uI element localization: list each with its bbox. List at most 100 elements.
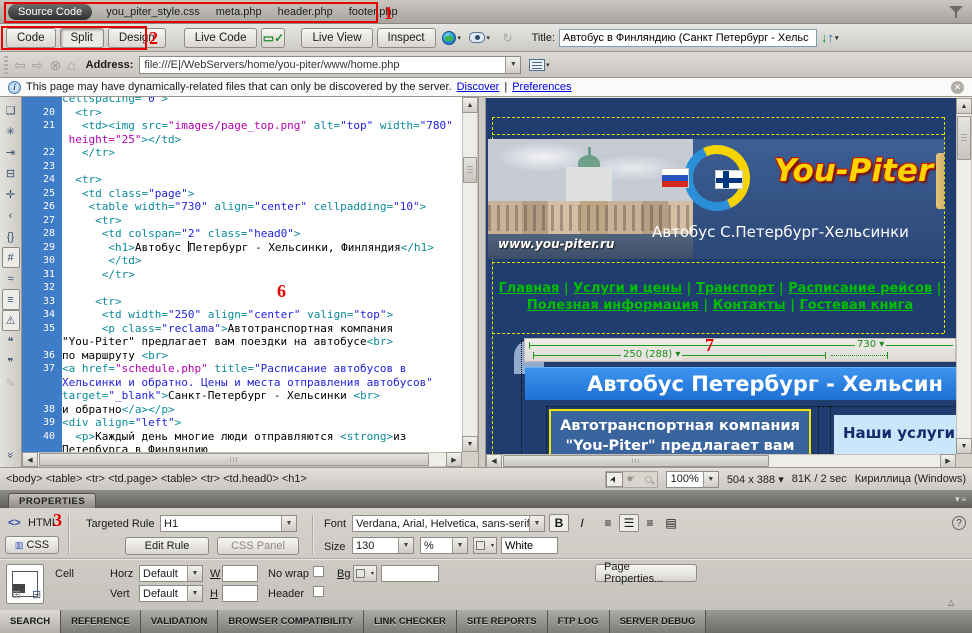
inspect-button[interactable]: Inspect — [377, 28, 436, 48]
text-color-input[interactable] — [501, 537, 558, 554]
menu-link[interactable]: Транспорт — [696, 281, 774, 296]
syntax-error-alerts-icon[interactable]: ⚠ — [2, 310, 20, 331]
hand-tool-icon[interactable]: ☛ — [623, 472, 640, 487]
split-cell-icon[interactable]: ⊟ — [32, 588, 41, 601]
check-browser-compatibility-icon[interactable]: ▭✓ — [261, 28, 285, 48]
code-line[interactable]: 27 <tr> — [22, 214, 462, 228]
code-line[interactable]: 34 <td width="250" align="center" valign… — [22, 308, 462, 322]
code-navigator-icon[interactable]: ✳ — [2, 121, 20, 142]
design-scroll-down-icon[interactable]: ▼ — [956, 438, 972, 454]
code-line[interactable]: 20 <tr> — [22, 106, 462, 120]
open-documents-icon[interactable]: ❏ — [2, 100, 20, 121]
design-scroll-left-icon[interactable]: ◀ — [486, 454, 502, 468]
close-info-bar-icon[interactable]: ✕ — [951, 81, 964, 94]
design-view-pane[interactable]: www.you-piter.ru You-Piter Автобус С.Пет… — [486, 97, 972, 467]
design-scroll-up-icon[interactable]: ▲ — [956, 98, 972, 114]
cell-height-input[interactable] — [222, 585, 258, 602]
put-file-icon[interactable]: ↑ — [828, 30, 835, 45]
code-line[interactable]: 25 <td class="page"> — [22, 187, 462, 201]
results-tab-ftp-log[interactable]: FTP LOG — [548, 610, 610, 633]
menu-link[interactable]: Расписание рейсов — [788, 281, 932, 296]
size-unit-select[interactable]: %▼ — [420, 537, 468, 554]
code-line[interactable]: 32 — [22, 281, 462, 295]
preferences-link[interactable]: Preferences — [512, 81, 571, 93]
code-line[interactable]: 29 <h1>Автобус Петербург - Хельсинки, Фи… — [22, 241, 462, 255]
zoom-tool-icon[interactable] — [640, 472, 657, 487]
live-view-button[interactable]: Live View — [301, 28, 372, 48]
code-line[interactable]: Хельсинки и обратно. Цены и места отправ… — [22, 376, 462, 390]
visual-aids-icon[interactable]: ▾ — [468, 28, 492, 48]
collapse-toolbar-icon[interactable]: » — [2, 444, 20, 465]
font-select[interactable]: Verdana, Arial, Helvetica, sans-serif▼ — [352, 515, 545, 532]
live-code-button[interactable]: Live Code — [184, 28, 258, 48]
size-select[interactable]: 130▼ — [352, 537, 414, 554]
code-scroll-left-icon[interactable]: ◀ — [22, 452, 38, 467]
code-hscroll-thumb[interactable] — [39, 453, 429, 466]
targeted-rule-select[interactable]: H1▼ — [160, 515, 297, 532]
filter-related-files-icon[interactable] — [949, 5, 964, 19]
collapse-panel-icon[interactable]: △ — [948, 598, 954, 607]
select-tool-icon[interactable]: ➤ — [606, 472, 623, 487]
code-line[interactable]: 26 <table width="730" align="center" cel… — [22, 200, 462, 214]
no-wrap-checkbox[interactable] — [313, 566, 324, 577]
code-line[interactable]: 31 </tr> — [22, 268, 462, 282]
discover-link[interactable]: Discover — [457, 81, 500, 93]
code-line[interactable]: 40 <p>Каждый день многие люди отправляют… — [22, 430, 462, 444]
address-input[interactable]: file:///E|/WebServers/home/you-piter/www… — [139, 56, 521, 74]
bg-color-picker[interactable]: ▾ — [353, 565, 377, 582]
code-line[interactable]: 35 <p class="reclama">Автотранспортная к… — [22, 322, 462, 336]
collapse-full-tag-icon[interactable]: ⇥ — [2, 142, 20, 163]
split-view-divider[interactable] — [478, 97, 486, 467]
results-tab-reference[interactable]: REFERENCE — [61, 610, 141, 633]
code-scroll-up-icon[interactable]: ▲ — [462, 97, 478, 113]
results-tab-browser-compatibility[interactable]: BROWSER COMPATIBILITY — [218, 610, 364, 633]
window-size-select[interactable]: 504 x 388 ▾ — [727, 473, 784, 486]
design-canvas[interactable]: www.you-piter.ru You-Piter Автобус С.Пет… — [486, 98, 956, 454]
properties-tab[interactable]: PROPERTIES — [8, 493, 96, 508]
results-tab-site-reports[interactable]: SITE REPORTS — [457, 610, 548, 633]
menu-link[interactable]: Гостевая книга — [800, 298, 914, 313]
cell-width-input[interactable] — [222, 565, 258, 582]
table-width-bar[interactable]: 730 ▾ 250 (288) ▾ — [524, 338, 956, 362]
bg-color-input[interactable] — [381, 565, 439, 582]
line-numbers-icon[interactable]: # — [2, 247, 20, 268]
horz-align-select[interactable]: Default▼ — [139, 565, 203, 582]
vert-align-select[interactable]: Default▼ — [139, 585, 203, 602]
design-scroll-right-icon[interactable]: ▶ — [940, 454, 956, 468]
column-width-250[interactable]: 250 (288) ▾ — [621, 349, 682, 360]
page-h1-banner[interactable]: Автобус Петербург - Хельсин — [525, 367, 956, 400]
code-line[interactable]: 22 </tr> — [22, 146, 462, 160]
menu-link[interactable]: Услуги и цены — [573, 281, 682, 296]
results-tab-server-debug[interactable]: SERVER DEBUG — [610, 610, 707, 633]
results-tab-link-checker[interactable]: LINK CHECKER — [364, 610, 457, 633]
code-scroll-down-icon[interactable]: ▼ — [462, 436, 478, 452]
bold-button[interactable]: B — [549, 514, 569, 532]
company-intro-cell[interactable]: Автотранспортная компания "You-Piter" пр… — [549, 409, 811, 454]
table-width-730[interactable]: 730 ▾ — [855, 339, 886, 350]
file-management-icons[interactable]: ↓ ↑ ▾ — [821, 30, 839, 45]
menu-link[interactable]: Полезная информация — [527, 298, 699, 313]
preview-in-browser-icon[interactable]: ▾ — [440, 28, 464, 48]
design-hscroll-thumb[interactable] — [503, 455, 769, 467]
code-vscroll-thumb[interactable] — [463, 157, 477, 183]
code-line[interactable]: 39<div align="left"> — [22, 416, 462, 430]
header-checkbox[interactable] — [313, 586, 324, 597]
code-line[interactable]: height="25"></td> — [22, 133, 462, 147]
remove-comment-icon[interactable]: ❞ — [2, 352, 20, 373]
apply-comment-icon[interactable]: ❝ — [2, 331, 20, 352]
code-line[interactable]: 36по маршруту <br> — [22, 349, 462, 363]
css-mode-button[interactable]: ▥ CSS — [5, 536, 59, 554]
code-line[interactable]: cellspacing="0"> — [22, 97, 462, 106]
services-heading-box[interactable]: Наши услуги — [834, 415, 956, 454]
collapse-selection-icon[interactable]: ⊟ — [2, 163, 20, 184]
highlight-invalid-code-icon[interactable]: ≈ — [2, 268, 20, 289]
code-line[interactable]: Петербурга в Финляндию — [22, 443, 462, 452]
results-tab-validation[interactable]: VALIDATION — [141, 610, 219, 633]
edit-rule-button[interactable]: Edit Rule — [125, 537, 209, 555]
code-vertical-scrollbar[interactable] — [462, 97, 478, 452]
design-vscroll-thumb[interactable] — [957, 116, 971, 160]
align-left-icon[interactable]: ≡ — [598, 514, 618, 532]
balance-braces-icon[interactable]: {} — [2, 226, 20, 247]
results-tab-search[interactable]: SEARCH — [0, 610, 61, 633]
code-line[interactable]: target="_blank">Санкт-Петербург - Хельси… — [22, 389, 462, 403]
